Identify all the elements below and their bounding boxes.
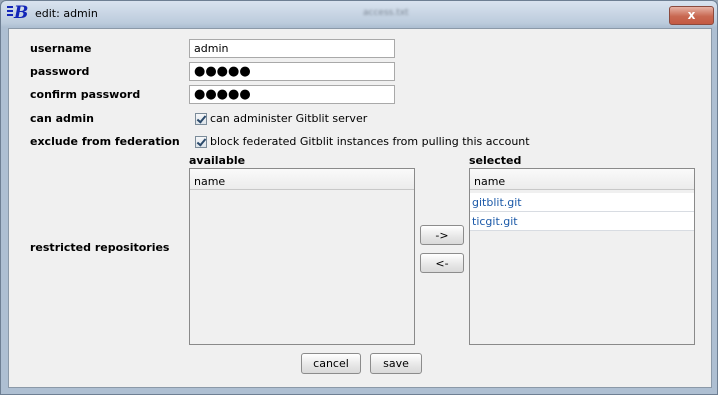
password-label: password [30,65,90,78]
restricted-repositories-label: restricted repositories [30,241,170,254]
available-title: available [189,154,246,167]
add-repository-button[interactable]: -> [420,225,464,245]
remove-repository-button[interactable]: <- [420,253,464,273]
list-item[interactable]: gitblit.git [470,193,694,212]
dialog-window: B edit: admin access.txt x username admi… [0,0,718,395]
selected-list[interactable]: name gitblit.git ticgit.git [469,168,695,345]
password-field[interactable]: ●●●●● [189,62,395,81]
logo-letter: B [14,3,29,23]
username-label: username [30,42,92,55]
save-button[interactable]: save [370,353,422,374]
list-item[interactable]: ticgit.git [470,212,694,231]
title-bar[interactable]: B edit: admin access.txt x [1,1,717,29]
gitblit-logo-icon: B [7,3,30,24]
selected-column-header[interactable]: name [470,169,694,190]
can-admin-checkbox[interactable] [195,113,207,125]
confirm-password-label: confirm password [30,88,141,101]
window-title: edit: admin [35,7,98,20]
selected-title: selected [469,154,522,167]
background-window-title: access.txt [363,8,409,18]
exclude-federation-text: block federated Gitblit instances from p… [210,135,530,148]
confirm-password-field[interactable]: ●●●●● [189,85,395,104]
username-field[interactable]: admin [189,39,395,58]
cancel-button[interactable]: cancel [301,353,361,374]
exclude-federation-checkbox[interactable] [195,136,207,148]
available-column-header[interactable]: name [190,169,414,190]
can-admin-label: can admin [30,112,94,125]
available-list[interactable]: name [189,168,415,345]
close-button[interactable]: x [669,6,714,25]
can-admin-text: can administer Gitblit server [210,112,368,125]
exclude-federation-label: exclude from federation [30,135,180,148]
dialog-content: username admin password ●●●●● confirm pa… [8,28,712,388]
